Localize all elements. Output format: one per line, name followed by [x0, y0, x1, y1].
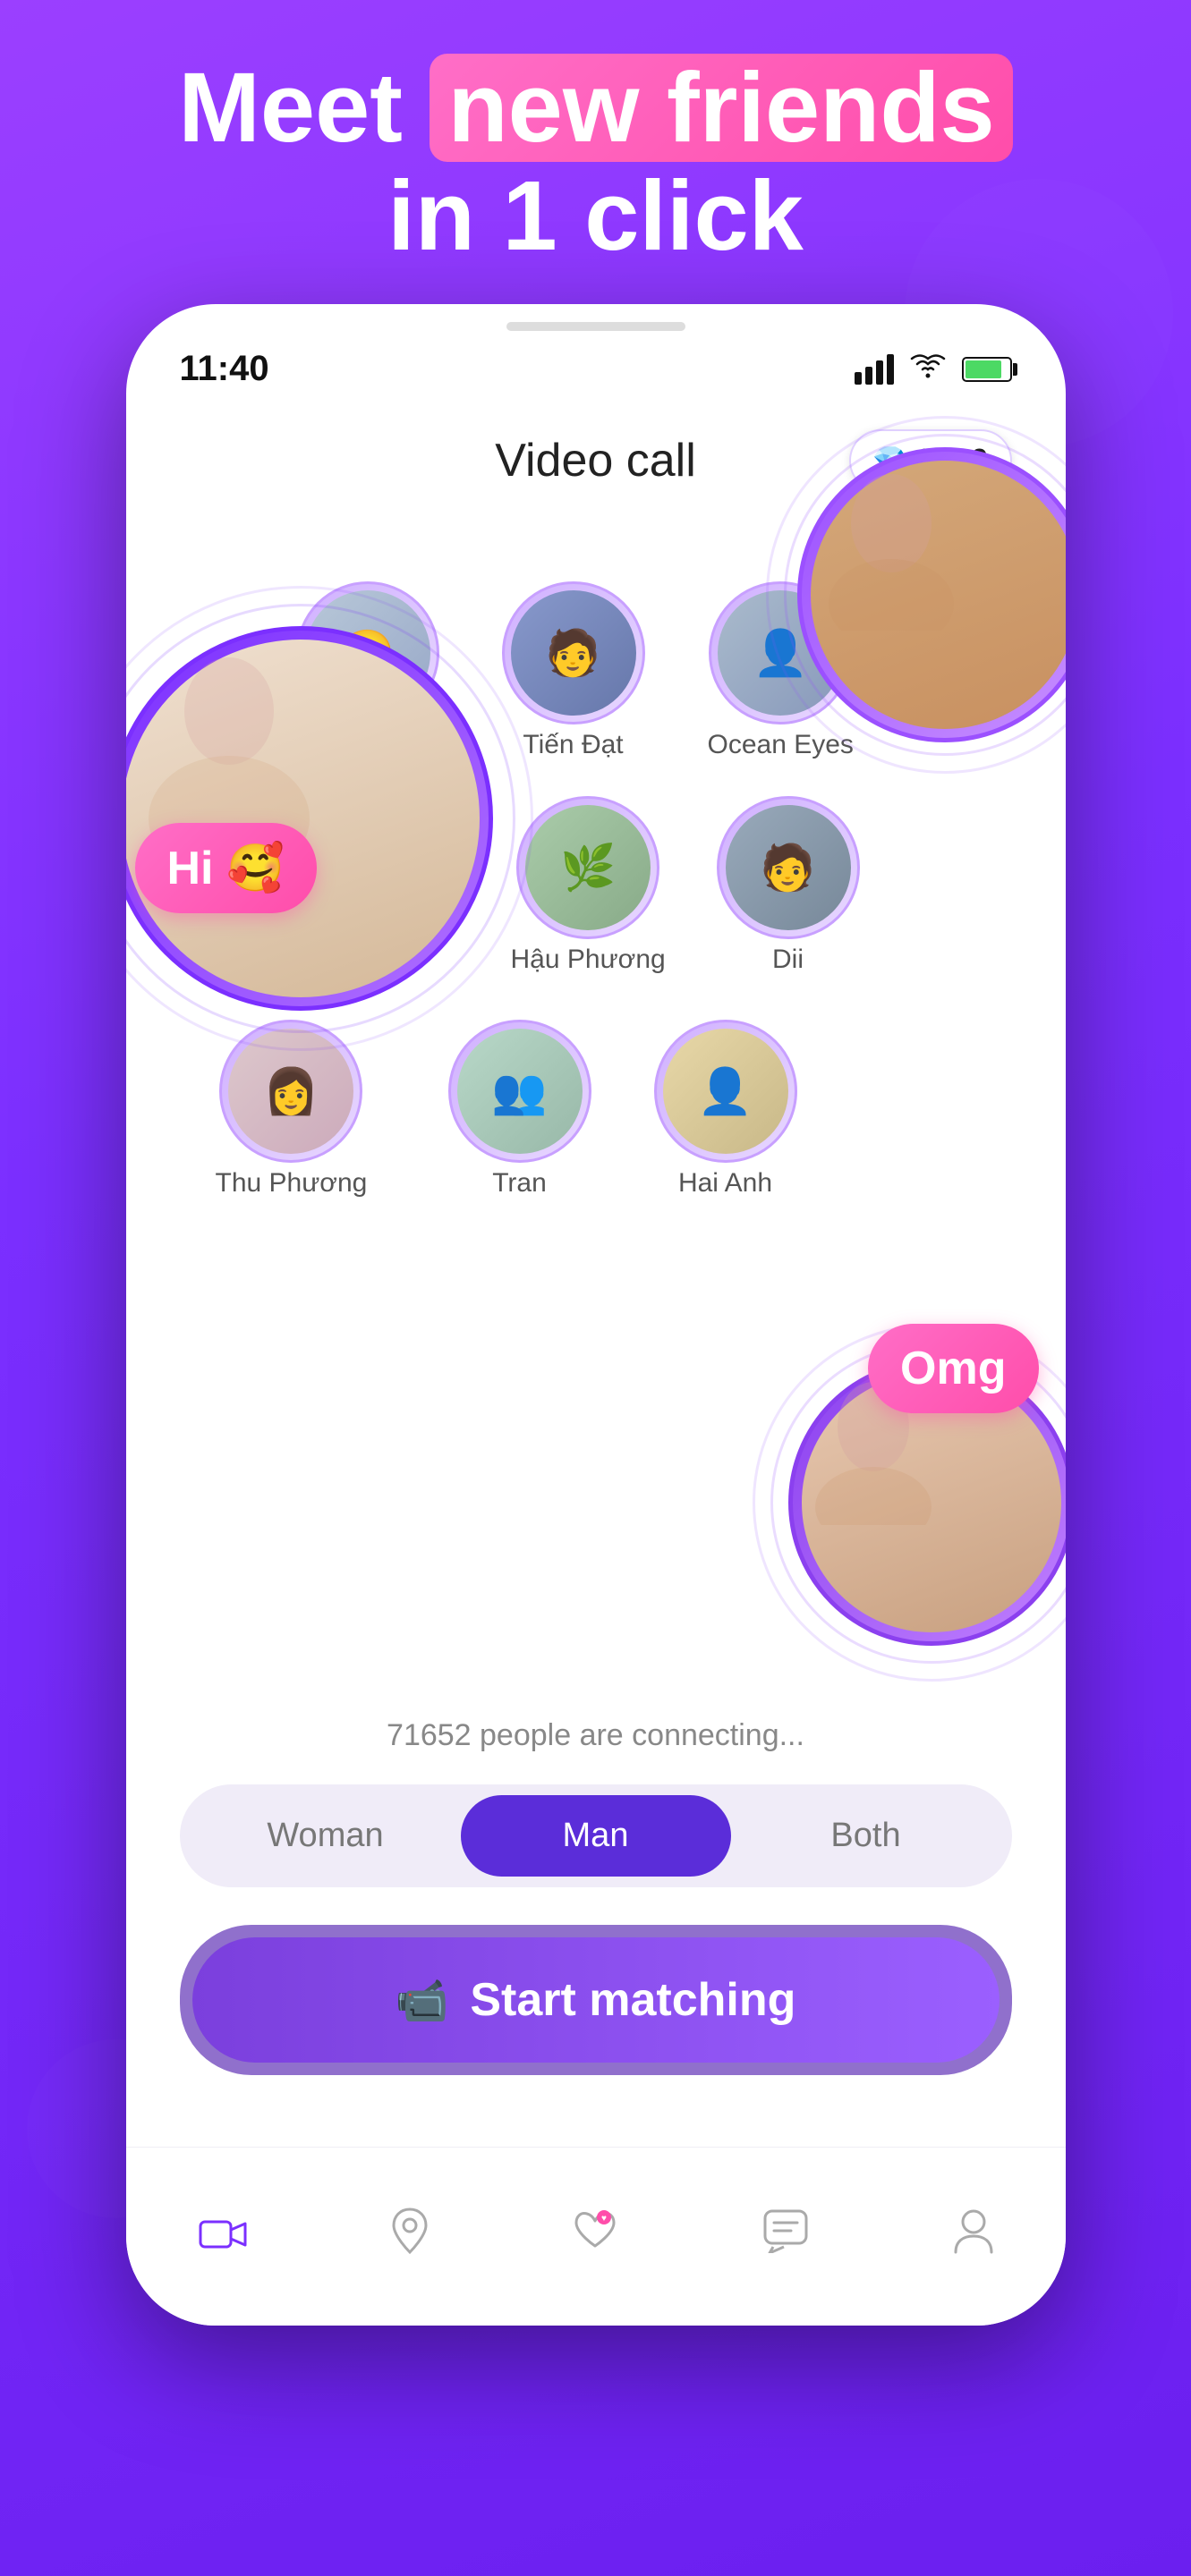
nav-video[interactable] — [199, 2210, 247, 2264]
nav-location[interactable] — [392, 2207, 428, 2266]
nav-chat[interactable] — [762, 2208, 809, 2265]
gender-woman-btn[interactable]: Woman — [191, 1795, 461, 1877]
connecting-text: 71652 people are connecting... — [126, 1718, 1066, 1753]
user-thuPhuong-name: Thu Phương — [216, 1168, 368, 1199]
start-matching-button[interactable]: 📹 Start matching — [192, 1937, 1000, 2063]
app-header: Meet new friends in 1 click — [0, 54, 1191, 270]
bubble-omg: Omg — [868, 1324, 1038, 1413]
gender-selector: Woman Man Both — [180, 1784, 1012, 1887]
screen-title: Video call — [457, 434, 735, 487]
bottom-navigation: ♥ — [126, 2147, 1066, 2326]
header-line2: in 1 click — [0, 162, 1191, 270]
status-bar: 11:40 — [180, 349, 1012, 389]
user-haiAnh-name: Hai Anh — [654, 1168, 797, 1199]
header-highlight: new friends — [430, 54, 1012, 162]
gender-both-btn[interactable]: Both — [731, 1795, 1001, 1877]
nav-heart-icon: ♥ — [573, 2208, 617, 2265]
phone-notch — [506, 322, 685, 331]
user-dii[interactable]: 🧑 Dii — [717, 796, 860, 975]
nav-video-icon — [199, 2210, 247, 2264]
nav-location-icon — [392, 2207, 428, 2266]
wifi-icon — [910, 351, 946, 388]
nav-chat-icon — [762, 2208, 809, 2265]
user-tiendat[interactable]: 🧑 Tiến Đạt — [502, 581, 645, 760]
signal-icon — [855, 354, 894, 385]
main-featured-avatar[interactable] — [126, 626, 493, 1011]
start-btn-outer: 📹 Start matching — [180, 1925, 1012, 2075]
status-icons — [855, 351, 1012, 388]
battery-icon — [962, 357, 1012, 382]
nav-heart[interactable]: ♥ — [573, 2208, 617, 2265]
bubble-hi: Hi 🥰 — [135, 823, 317, 913]
nav-profile-icon — [954, 2207, 993, 2266]
phone-mockup: 11:40 Video call 💎 — [126, 304, 1066, 2326]
video-camera-icon: 📹 — [396, 1975, 449, 2026]
gender-man-btn[interactable]: Man — [461, 1795, 731, 1877]
user-hauPhuong[interactable]: 🌿 Hậu Phương — [511, 796, 666, 975]
start-matching-container: 📹 Start matching — [180, 1925, 1012, 2075]
user-hauPhuong-name: Hậu Phương — [511, 945, 666, 975]
user-dii-name: Dii — [717, 945, 860, 975]
status-time: 11:40 — [180, 349, 269, 389]
user-tran-name: Tran — [448, 1168, 591, 1199]
svg-text:♥: ♥ — [601, 2214, 607, 2224]
header-line1: Meet new friends — [0, 54, 1191, 162]
featured-avatar-top-right[interactable] — [797, 447, 1066, 742]
nav-profile[interactable] — [954, 2207, 993, 2266]
start-matching-label: Start matching — [470, 1973, 795, 2027]
user-haiAnh[interactable]: 👤 Hai Anh — [654, 1020, 797, 1199]
user-tran[interactable]: 👥 Tran — [448, 1020, 591, 1199]
